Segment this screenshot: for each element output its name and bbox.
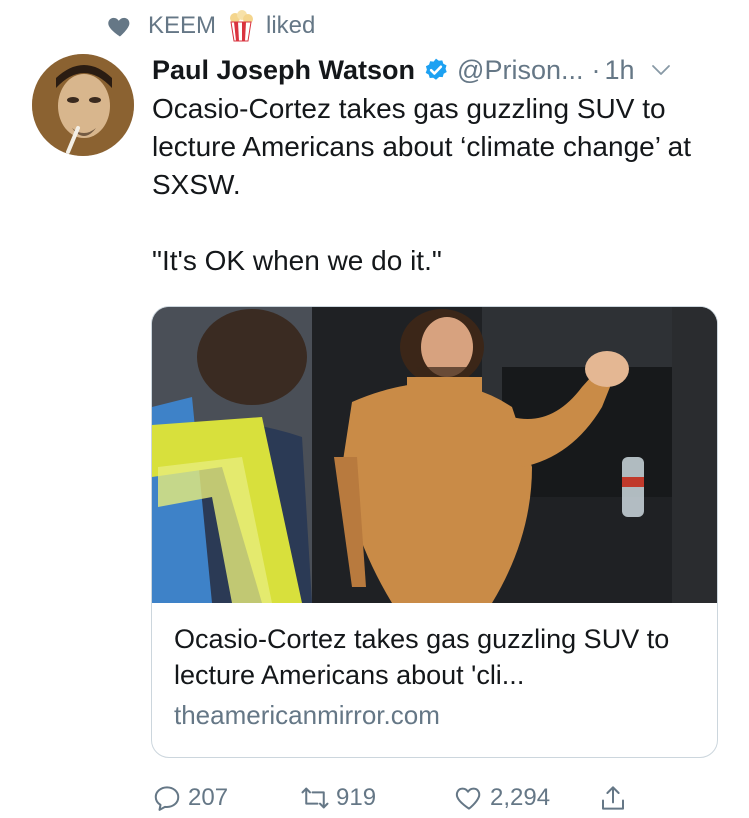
social-context-user[interactable]: KEEM [148,12,216,40]
retweet-button[interactable]: 919 [300,783,376,813]
card-image [152,307,717,603]
chevron-down-icon[interactable] [649,58,673,82]
tweet-time[interactable]: 1h [605,55,635,86]
reply-button[interactable]: 207 [152,783,228,813]
avatar[interactable] [32,54,134,156]
reply-icon [154,786,180,811]
card-title: Ocasio-Cortez takes gas guzzling SUV to … [174,624,670,690]
retweet-icon [301,787,329,809]
tweet-text: Ocasio-Cortez takes gas guzzling SUV to … [152,93,692,276]
verified-badge-icon [425,58,447,80]
social-context-action: liked [266,12,316,39]
heart-icon [108,17,130,37]
author-name[interactable]: Paul Joseph Watson [152,55,415,86]
popcorn-icon [230,10,254,42]
retweet-count: 919 [336,784,377,811]
card-domain: theamericanmirror.com [174,700,440,730]
share-icon [602,786,624,810]
like-count: 2,294 [490,784,551,811]
like-button[interactable]: 2,294 [454,783,550,813]
separator-dot: · [591,54,601,85]
share-button[interactable] [598,783,634,813]
social-context: KEEM liked [106,10,315,42]
tweet-header: Paul Joseph Watson @Prison... · 1h [152,52,732,88]
tweet-actions: 207 919 2,294 [152,780,712,816]
author-handle[interactable]: @Prison... [457,55,583,86]
like-heart-icon [455,787,481,810]
link-card[interactable]: Ocasio-Cortez takes gas guzzling SUV to … [151,306,718,758]
avatar-photo [32,54,134,156]
reply-count: 207 [188,784,229,811]
